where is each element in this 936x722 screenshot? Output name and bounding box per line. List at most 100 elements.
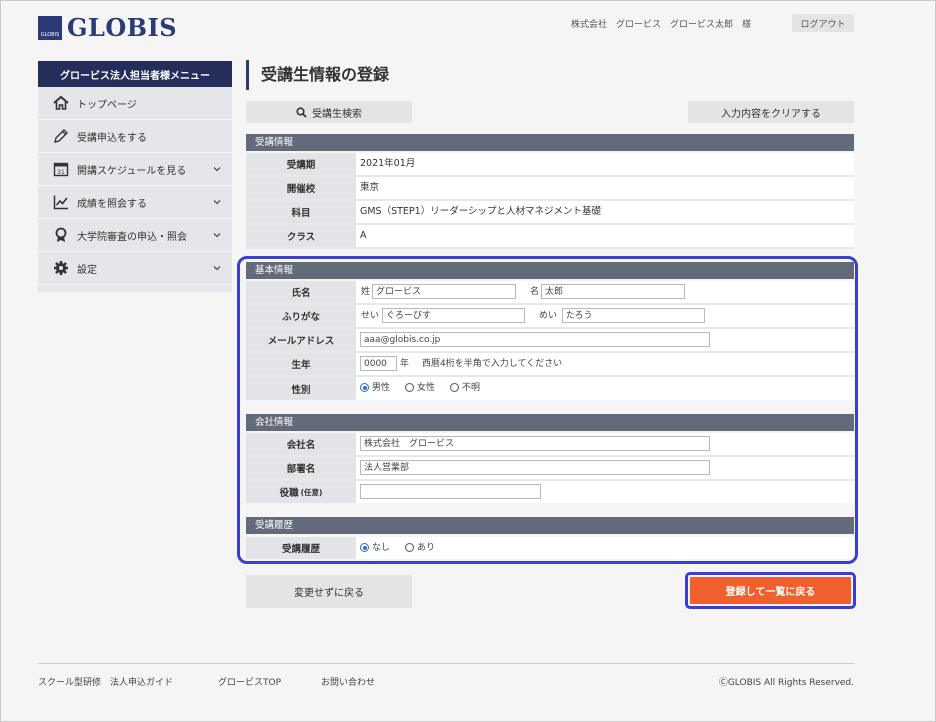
globis-logo[interactable]: GLOBIS GLOBIS (38, 13, 177, 42)
row-label: 役職 (任意) (246, 481, 356, 503)
name-row: 氏名 姓 グロービス 名 太郎 (246, 281, 854, 305)
company-name-input[interactable]: 株式会社 グロービス (360, 436, 710, 451)
footer-link-guide[interactable]: スクール型研修 法人申込ガイド (38, 675, 173, 688)
svg-text:31: 31 (57, 169, 65, 176)
copyright: ⒸGLOBIS All Rights Reserved. (718, 678, 854, 688)
history-option-label: あり (417, 543, 436, 553)
first-kana-prefix: めい (539, 311, 558, 321)
history-option-label: なし (372, 543, 391, 553)
submit-highlight: 登録して一覧に戻る (685, 572, 856, 609)
logo-mark: GLOBIS (38, 15, 62, 40)
sidebar-item-label: トップページ (77, 99, 137, 111)
footer-link-globis-top[interactable]: グロービスTOP (218, 675, 281, 688)
row-value: A (360, 230, 367, 241)
logout-button[interactable]: ログアウト (792, 14, 854, 32)
clear-input-button[interactable]: 入力内容をクリアする (688, 101, 854, 123)
department-row: 部署名 法人営業部 (246, 457, 854, 481)
footer-link-contact[interactable]: お問い合わせ (321, 675, 375, 688)
chevron-down-icon (212, 164, 222, 177)
last-name-input[interactable]: グロービス (372, 284, 516, 299)
sidebar-item-graduate-review[interactable]: 大学院審査の申込・照会 (38, 219, 232, 252)
optional-tag: (任意) (300, 487, 323, 497)
history-yes-radio[interactable] (405, 543, 414, 552)
sidebar-item-schedule[interactable]: 31 開講スケジュールを見る (38, 153, 232, 186)
first-kana-input[interactable]: たろう (562, 308, 705, 323)
row-value: 2021年01月 (360, 158, 416, 169)
birth-year-suffix: 年 (400, 359, 410, 369)
gender-row: 性別 男性 女性 不明 (246, 377, 854, 400)
position-row: 役職 (任意) (246, 481, 854, 503)
sidebar-menu: トップページ 受講申込をする 31 開講スケジュールを見る 成績を照会する 大学… (38, 87, 232, 292)
position-label: 役職 (279, 488, 299, 499)
email-input[interactable]: aaa@globis.co.jp (360, 332, 710, 347)
sidebar-item-label: 成績を照会する (77, 198, 147, 210)
pencil-icon (51, 126, 71, 146)
sidebar-item-label: 受講申込をする (77, 132, 147, 144)
birth-year-row: 生年 0000 年 西暦4桁を半角で入力してください (246, 353, 854, 377)
row-label: クラス (246, 225, 356, 247)
first-name-input[interactable]: 太郎 (541, 284, 685, 299)
footer-divider (38, 663, 854, 664)
last-kana-input[interactable]: ぐろーびす (382, 308, 525, 323)
row-label: 部署名 (246, 457, 356, 479)
history-none-radio[interactable] (360, 543, 369, 552)
row-label: 科目 (246, 201, 356, 223)
position-input[interactable] (360, 484, 541, 499)
back-without-change-button[interactable]: 変更せずに戻る (246, 575, 412, 608)
enrollment-row-term: 受講期 2021年01月 (246, 153, 854, 177)
enrollment-row-class: クラス A (246, 225, 854, 249)
birth-year-hint: 西暦4桁を半角で入力してください (422, 359, 563, 369)
sidebar-item-settings[interactable]: 設定 (38, 252, 232, 285)
gender-option-label: 男性 (372, 383, 391, 393)
chevron-down-icon (212, 263, 222, 276)
gender-unknown-radio[interactable] (450, 383, 459, 392)
user-info: 株式会社 グロービス グロービス太郎 様 (571, 20, 752, 30)
last-name-prefix: 姓 (361, 287, 371, 297)
row-label: 性別 (246, 377, 356, 400)
gender-male-radio[interactable] (360, 383, 369, 392)
search-icon (296, 106, 307, 118)
logo-text: GLOBIS (67, 13, 178, 42)
email-row: メールアドレス aaa@globis.co.jp (246, 329, 854, 353)
kana-row: ふりがな せい ぐろーびす めい たろう (246, 305, 854, 329)
row-label: 生年 (246, 353, 356, 375)
company-name-row: 会社名 株式会社 グロービス (246, 433, 854, 457)
row-label: 受講履歴 (246, 537, 356, 559)
enrollment-row-subject: 科目 GMS（STEP1）リーダーシップと人材マネジメント基礎 (246, 201, 854, 225)
award-icon (51, 225, 71, 245)
home-icon (51, 93, 71, 113)
row-label: ふりがな (246, 305, 356, 327)
basic-section-heading: 基本情報 (246, 262, 854, 279)
chevron-down-icon (212, 197, 222, 210)
sidebar-item-label: 開講スケジュールを見る (77, 165, 187, 177)
calendar-icon: 31 (51, 159, 71, 179)
row-label: 会社名 (246, 433, 356, 455)
sidebar-item-label: 大学院審査の申込・照会 (77, 231, 187, 243)
student-search-label: 受講生検索 (312, 108, 362, 120)
page-title: 受講生情報の登録 (246, 60, 389, 90)
company-section-heading: 会社情報 (246, 414, 854, 431)
sidebar-item-grades[interactable]: 成績を照会する (38, 186, 232, 219)
row-label: 受講期 (246, 153, 356, 175)
row-value: 東京 (360, 182, 380, 193)
enrollment-section-heading: 受講情報 (246, 134, 854, 151)
last-kana-prefix: せい (361, 311, 380, 321)
register-and-return-button[interactable]: 登録して一覧に戻る (690, 577, 851, 604)
gender-female-radio[interactable] (405, 383, 414, 392)
sidebar-item-apply[interactable]: 受講申込をする (38, 120, 232, 153)
department-input[interactable]: 法人営業部 (360, 460, 710, 475)
chevron-down-icon (212, 230, 222, 243)
chart-icon (51, 192, 71, 212)
sidebar-title: グロービス法人担当者様メニュー (38, 61, 232, 87)
row-label: 氏名 (246, 281, 356, 303)
birth-year-input[interactable]: 0000 (360, 356, 397, 371)
student-search-button[interactable]: 受講生検索 (246, 101, 412, 123)
enrollment-row-campus: 開催校 東京 (246, 177, 854, 201)
first-name-prefix: 名 (530, 287, 540, 297)
sidebar-item-label: 設定 (77, 264, 97, 276)
row-value: GMS（STEP1）リーダーシップと人材マネジメント基礎 (360, 206, 602, 217)
row-label: 開催校 (246, 177, 356, 199)
sidebar-item-top[interactable]: トップページ (38, 87, 232, 120)
history-section-heading: 受講履歴 (246, 517, 854, 534)
gear-icon (51, 258, 71, 278)
